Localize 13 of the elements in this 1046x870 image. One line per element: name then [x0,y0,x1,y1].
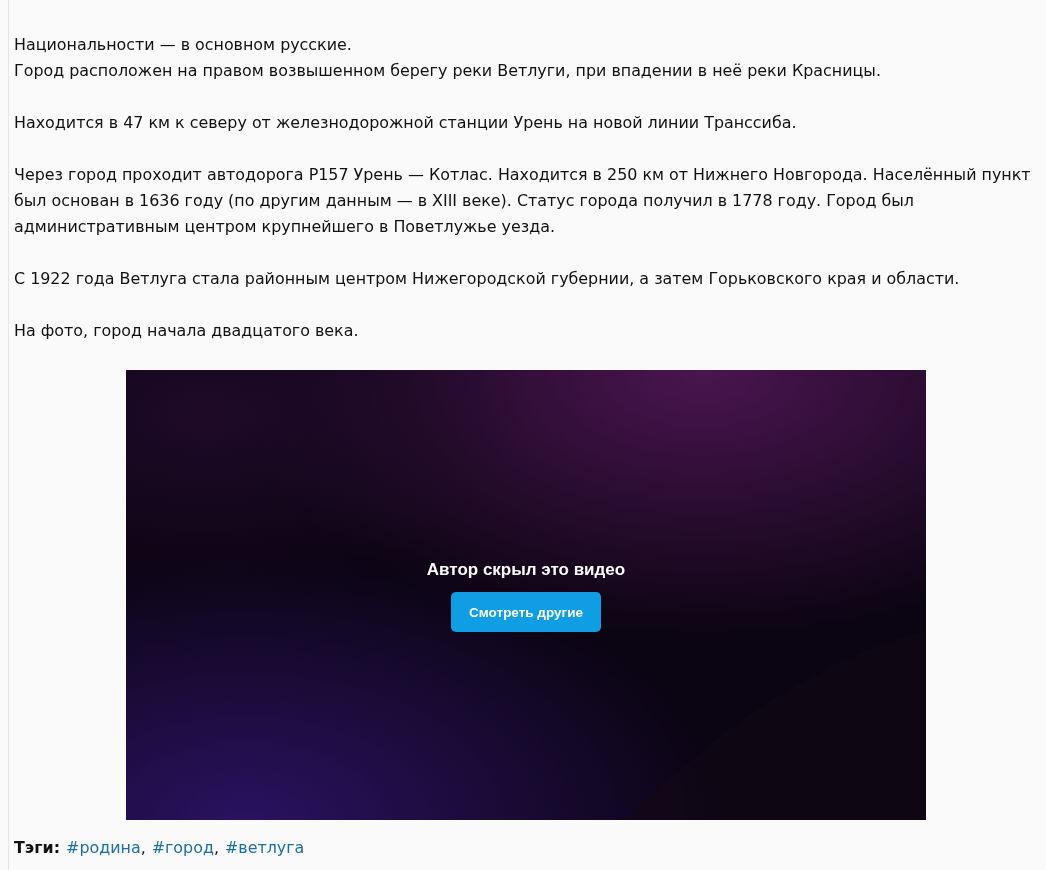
paragraph: Находится в 47 км к северу от железнодорожной станции Урень на новой линии Транссиба. [14,112,798,134]
paragraph: Национальности — в основном русские. Город расположен на правом возвышенном берегу реки Ветлуги, при впадении в неё реки Красницы. [14,34,882,82]
tag-link[interactable]: #родина [66,838,141,857]
paragraph: С 1922 года Ветлуга стала районным центром Нижегородской губернии, а затем Горьковского края и области. [14,268,961,290]
separator: , [213,838,219,857]
watch-others-button[interactable]: Смотреть другие [451,592,601,632]
tags-label: Тэги: [14,838,61,857]
paragraph: На фото, город начала двадцатого века. [14,320,360,342]
tag-link[interactable]: #ветлуга [224,838,305,857]
separator: , [140,838,146,857]
tag-link[interactable]: #город [151,838,214,857]
paragraph: Через город проходит автодорога Р157 Урень — Котлас. Находится в 250 км от Нижнего Новгорода. Населённый пункт был основан в 1636 году (по другим данным — в XIII веке). Статус города получил в 1778 году. Город был административным центром крупнейшего в Поветлужье уезда. [14,164,1032,238]
hidden-video-message: Автор скрыл это видео [426,560,626,580]
